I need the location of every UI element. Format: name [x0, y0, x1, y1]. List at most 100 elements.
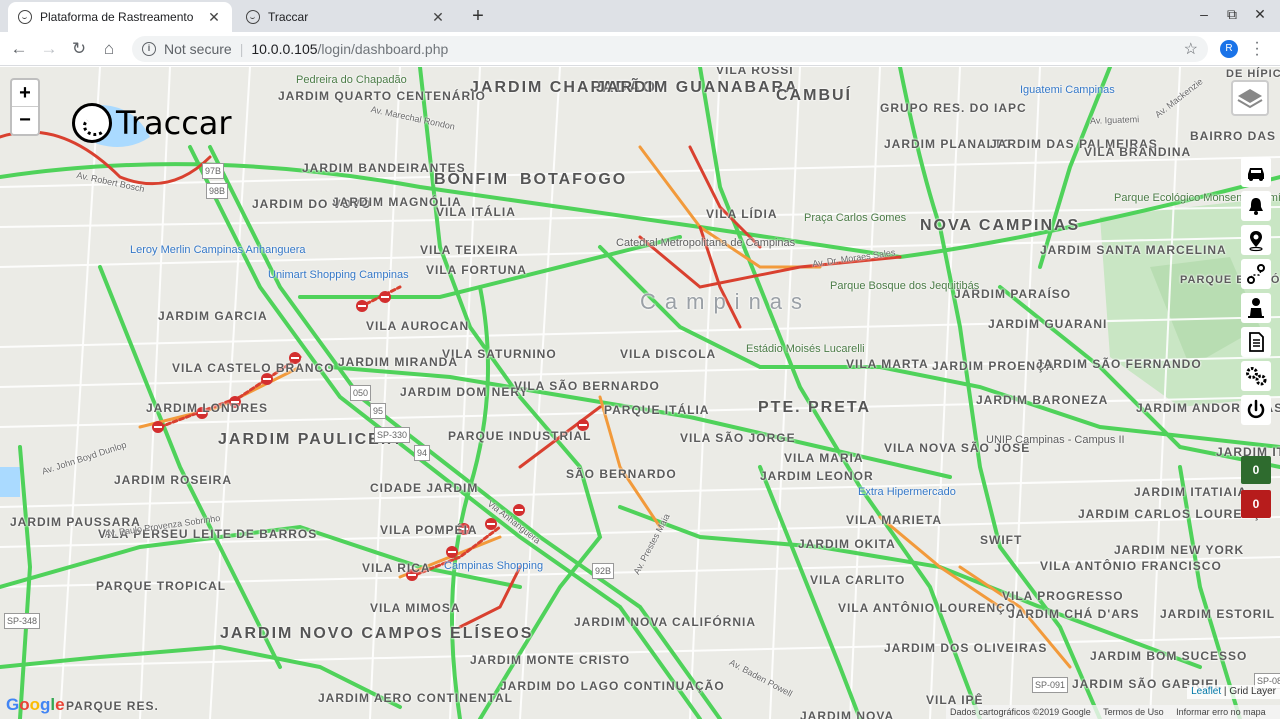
brand-name: Traccar: [116, 104, 232, 142]
label-campinas: Campinas: [640, 289, 812, 314]
leaflet-link[interactable]: Leaflet: [1191, 686, 1221, 697]
reload-button[interactable]: ↻: [68, 38, 90, 60]
poi-estadio[interactable]: Estádio Moisés Lucarelli: [746, 342, 865, 356]
label-pte-preta: PTE. PRETA: [758, 399, 872, 416]
poi-praca-carlos-gomes[interactable]: Praça Carlos Gomes: [804, 211, 906, 225]
label-jardim-itatiaia: JARDIM ITATIAIA: [1134, 485, 1248, 499]
label-vila-progresso: VILA PROGRESSO: [1002, 589, 1124, 603]
shield-050: 050: [350, 385, 372, 401]
poi-pedreira[interactable]: Pedreira do Chapadão: [296, 73, 407, 87]
zoom-control: + −: [10, 78, 40, 136]
address-bar[interactable]: i Not secure | 10.0.0.105/login/dashboar…: [132, 36, 1208, 62]
label-vila-rica: VILA RICA: [362, 561, 431, 575]
report-error-link[interactable]: Informar erro no mapa: [1176, 707, 1266, 717]
label-vila-rossi: VILA ROSSI: [716, 67, 794, 77]
shield-sp348: SP-348: [4, 613, 41, 629]
reports-button[interactable]: [1241, 327, 1271, 357]
label-swift: SWIFT: [980, 533, 1023, 547]
tab-traccar[interactable]: Traccar ✕: [236, 2, 456, 32]
google-logo: Google: [6, 695, 65, 714]
label-parque-italia: PARQUE ITÁLIA: [604, 403, 710, 417]
shield-sp091: SP-091: [1032, 677, 1069, 693]
online-counter-badge[interactable]: 0: [1241, 456, 1271, 484]
label-bairro-das-palmeiras: BAIRRO DAS PALMEIRAS: [1190, 129, 1277, 143]
label-jardim-monte-cristo: JARDIM MONTE CRISTO: [470, 653, 631, 667]
label-jardim-nova-california: JARDIM NOVA CALIFÓRNIA: [574, 615, 756, 629]
shield-92b: 92B: [592, 563, 615, 579]
poi-unimart[interactable]: Unimart Shopping Campinas: [268, 268, 409, 282]
label-vila-fortuna: VILA FORTUNA: [426, 263, 527, 277]
tab-plataforma[interactable]: Plataforma de Rastreamento ✕: [8, 2, 232, 32]
document-icon: [1249, 332, 1264, 352]
poi-campinas-shopping[interactable]: Campinas Shopping: [444, 559, 543, 573]
info-icon[interactable]: i: [142, 42, 156, 56]
logout-button[interactable]: [1241, 395, 1271, 425]
forward-button[interactable]: →: [38, 38, 60, 60]
routes-button[interactable]: [1241, 259, 1271, 289]
label-vila-maria: VILA MARIA: [784, 451, 864, 465]
poi-bosque-jequitibas[interactable]: Parque Bosque dos Jequitibás: [830, 279, 979, 293]
url-separator: |: [239, 41, 244, 57]
profile-avatar[interactable]: R: [1220, 40, 1238, 58]
back-button[interactable]: ←: [8, 38, 30, 60]
tab-title: Traccar: [268, 10, 309, 24]
tab-close-icon[interactable]: ✕: [430, 9, 446, 26]
label-cidade-jardim: CIDADE JARDIM: [370, 481, 479, 495]
label-parque-tropical: PARQUE TROPICAL: [96, 579, 227, 593]
label-vila-marieta: VILA MARIETA: [846, 513, 942, 527]
poi-extra[interactable]: Extra Hipermercado: [858, 485, 956, 499]
traccar-brand: Traccar: [72, 103, 232, 143]
label-parque-res: PARQUE RES.: [66, 699, 159, 713]
minimize-button[interactable]: ‒: [1194, 6, 1214, 22]
label-parque-industrial: PARQUE INDUSTRIAL: [448, 429, 592, 443]
users-button[interactable]: [1241, 293, 1271, 323]
poi-leroy-merlin[interactable]: Leroy Merlin Campinas Anhanguera: [130, 243, 306, 257]
poi-iguatemi[interactable]: Iguatemi Campinas: [1020, 83, 1115, 97]
poi-hipica: DE HÍPIC: [1226, 68, 1280, 80]
label-sao-bernardo: SÃO BERNARDO: [566, 467, 677, 481]
grid-layer-label: Grid Layer: [1229, 686, 1276, 697]
label-grupo-res-iapc: GRUPO RES. DO IAPC: [880, 101, 1027, 115]
user-icon: [1248, 298, 1264, 318]
poi-catedral[interactable]: Catedral Metropolitana de Campinas: [616, 236, 795, 250]
label-jardim-estoril: JARDIM ESTORIL: [1160, 607, 1276, 621]
road-iguatemi: Av. Iguatemi: [1089, 114, 1140, 126]
window-close-button[interactable]: ✕: [1250, 6, 1270, 23]
zoom-in-button[interactable]: +: [12, 80, 38, 107]
label-jardim-dom-nery: JARDIM DOM NERY: [400, 385, 529, 399]
label-jardim-sao-fernando: JARDIM SÃO FERNANDO: [1036, 357, 1202, 371]
bell-icon: [1249, 198, 1263, 215]
label-jardim-cha-dars: JARDIM CHÁ D'ARS: [1008, 607, 1140, 621]
label-vila-marta: VILA MARTA: [846, 357, 929, 371]
tab-close-icon[interactable]: ✕: [206, 9, 222, 26]
label-jardim-okita: JARDIM OKITA: [798, 537, 896, 551]
settings-button[interactable]: [1241, 361, 1271, 391]
label-vila-brandina: VILA BRANDINA: [1084, 145, 1192, 159]
map-view[interactable]: JARDIM CHAPADÃO JARDIM GUANABARA CAMBUÍ …: [0, 67, 1280, 719]
poi-unip[interactable]: UNIP Campinas - Campus II: [986, 433, 1125, 447]
home-button[interactable]: ⌂: [98, 38, 120, 60]
offline-counter-badge[interactable]: 0: [1241, 490, 1271, 518]
star-icon[interactable]: ☆: [1184, 39, 1198, 59]
label-jardim-new-york: JARDIM NEW YORK: [1114, 543, 1245, 557]
label-cambui: CAMBUÍ: [776, 87, 852, 104]
geofences-button[interactable]: [1241, 225, 1271, 255]
shield-sp330: SP-330: [374, 427, 411, 443]
label-botafogo: BOTAFOGO: [520, 171, 628, 188]
devices-button[interactable]: [1241, 157, 1271, 187]
notifications-button[interactable]: [1241, 191, 1271, 221]
terms-link[interactable]: Termos de Uso: [1103, 707, 1164, 717]
label-vila-carlito: VILA CARLITO: [810, 573, 906, 587]
label-vila-discola: VILA DISCOLA: [620, 347, 717, 361]
zoom-out-button[interactable]: −: [12, 107, 38, 134]
new-tab-button[interactable]: +: [466, 4, 490, 28]
label-vila-mimosa: VILA MIMOSA: [370, 601, 461, 615]
route-icon: [1247, 264, 1265, 284]
traccar-favicon-icon: [246, 10, 260, 24]
restore-button[interactable]: ⧉: [1222, 6, 1242, 23]
label-jardim-novo-campos-eliseos: JARDIM NOVO CAMPOS ELÍSEOS: [220, 625, 534, 642]
layers-icon: [1237, 89, 1263, 109]
browser-menu-icon[interactable]: · · ·: [1252, 35, 1262, 63]
layers-button[interactable]: [1231, 80, 1269, 116]
label-jardim-do-lago: JARDIM DO LAGO CONTINUAÇÃO: [500, 679, 725, 693]
